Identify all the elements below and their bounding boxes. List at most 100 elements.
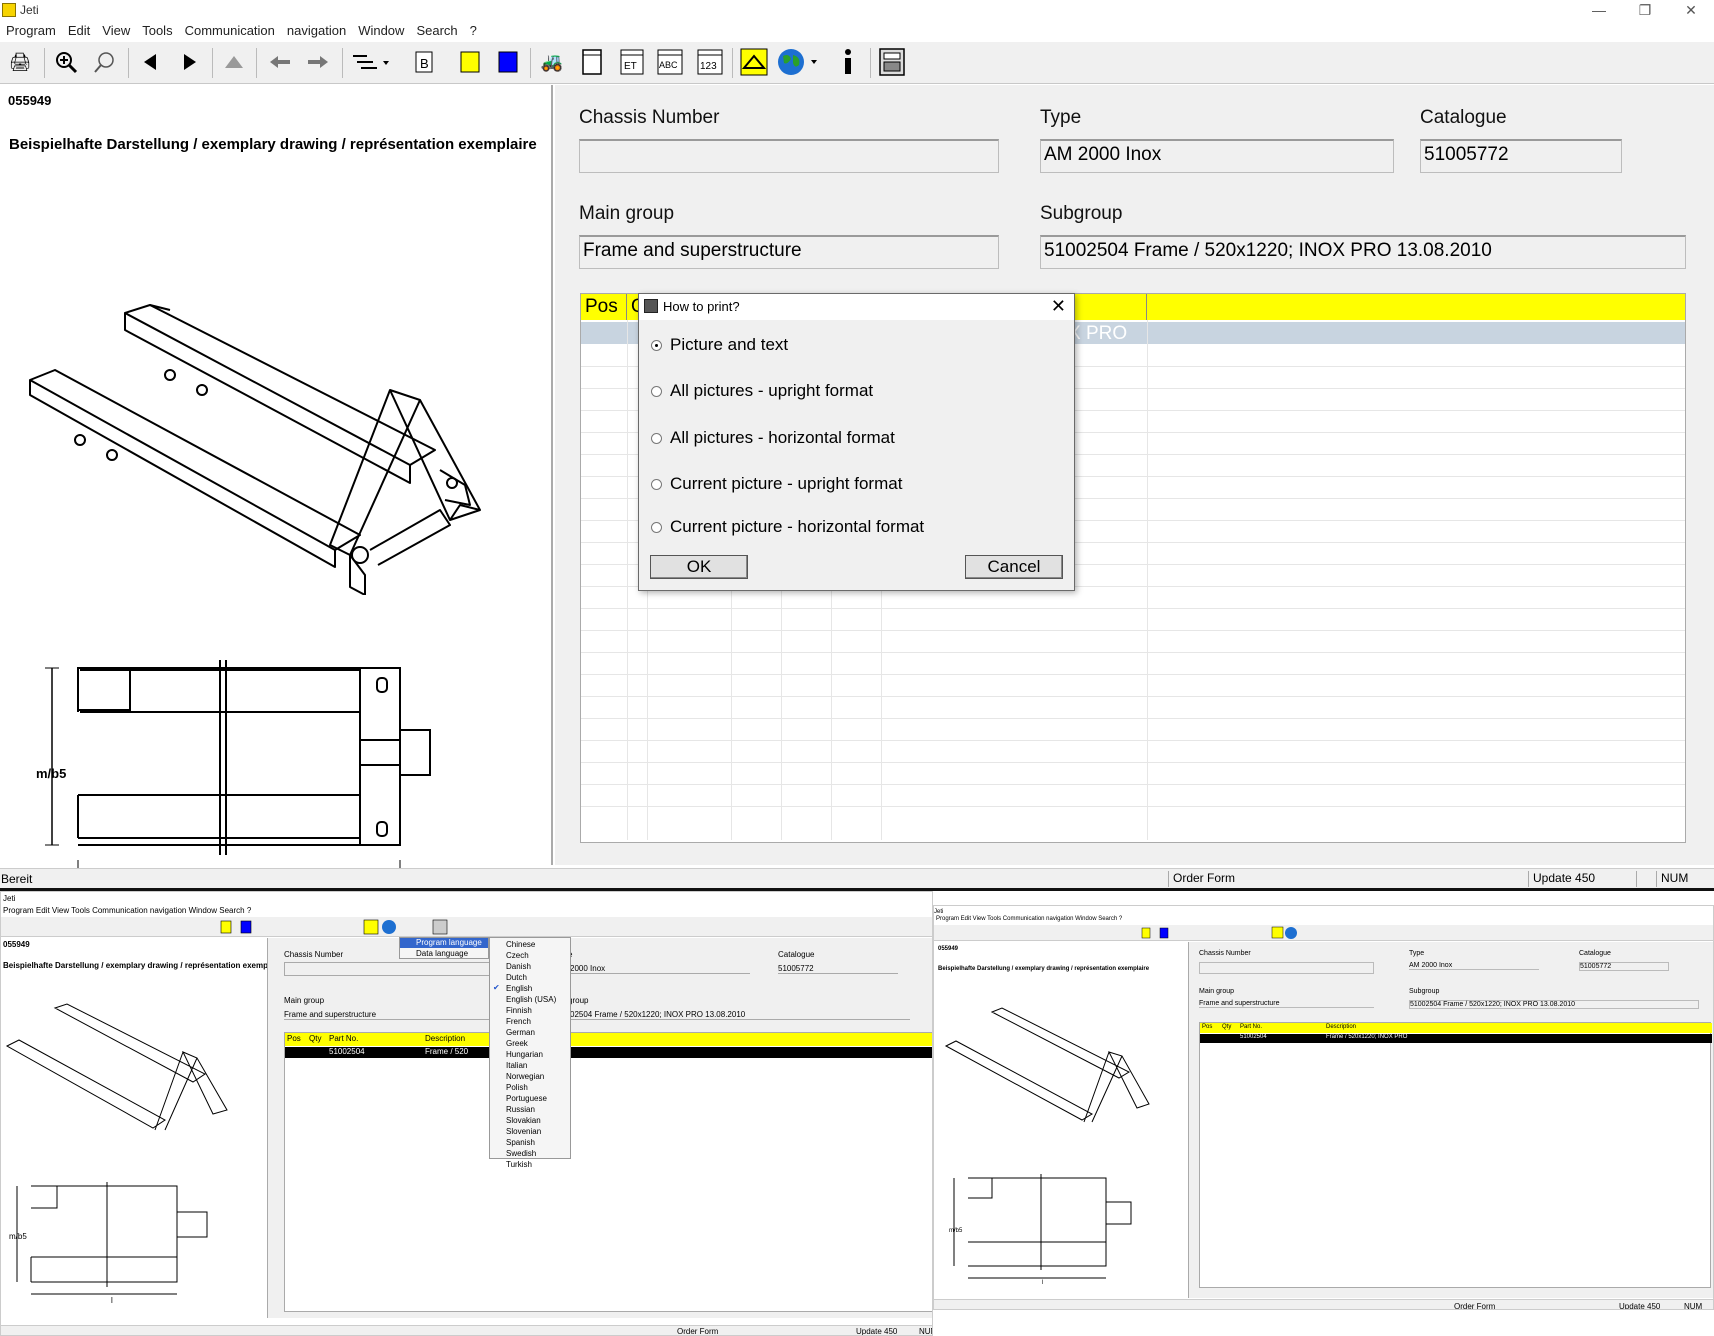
close-button[interactable]: ✕ xyxy=(1668,0,1714,22)
order-form-icon[interactable] xyxy=(876,46,908,78)
language-item-portuguese[interactable]: Portuguese xyxy=(506,1093,556,1104)
language-item-polish[interactable]: Polish xyxy=(506,1082,556,1093)
parts-catalog-icon[interactable] xyxy=(738,46,770,78)
menu-tools[interactable]: Tools xyxy=(136,22,178,42)
mini2-selected-row[interactable]: 51002504 Frame / 520x1220; INOX PRO xyxy=(1200,1034,1712,1043)
previous-icon[interactable] xyxy=(134,46,166,78)
type-field[interactable]: AM 2000 Inox xyxy=(1040,139,1394,173)
radio[interactable] xyxy=(651,478,662,490)
option-all-upright[interactable]: All pictures - upright format xyxy=(651,381,873,401)
menu-help[interactable]: ? xyxy=(464,22,483,42)
globe-language-icon[interactable] xyxy=(776,46,822,78)
menu-window[interactable]: Window xyxy=(352,22,410,42)
abc-icon[interactable]: ABC xyxy=(654,46,686,78)
main-group-field[interactable]: Frame and superstructure xyxy=(579,235,999,269)
menu-communication[interactable]: Communication xyxy=(179,22,281,42)
zoom-in-icon[interactable] xyxy=(50,46,82,78)
language-item-swedish[interactable]: Swedish xyxy=(506,1148,556,1159)
radio[interactable] xyxy=(651,385,662,397)
grid-header-description[interactable] xyxy=(1147,294,1685,320)
mini1-col-desc[interactable]: Description xyxy=(425,1034,465,1043)
back-arrow-icon[interactable] xyxy=(264,46,296,78)
document-icon[interactable] xyxy=(576,46,608,78)
restore-button[interactable]: ❐ xyxy=(1622,0,1668,22)
language-item-czech[interactable]: Czech xyxy=(506,950,556,961)
language-item-russian[interactable]: Russian xyxy=(506,1104,556,1115)
language-item-french[interactable]: French xyxy=(506,1016,556,1027)
mini1-type-field[interactable]: 2000 Inox xyxy=(570,964,750,974)
chassis-number-field[interactable] xyxy=(579,139,999,173)
mini1-col-partno[interactable]: Part No. xyxy=(329,1034,358,1043)
language-item-hungarian[interactable]: Hungarian xyxy=(506,1049,556,1060)
mini1-col-qty[interactable]: Qty xyxy=(309,1034,321,1043)
subgroup-field[interactable]: 51002504 Frame / 520x1220; INOX PRO 13.0… xyxy=(1040,235,1686,269)
language-item-english-usa-[interactable]: English (USA) xyxy=(506,994,556,1005)
language-item-english[interactable]: English xyxy=(506,983,556,994)
mini2-col-qty[interactable]: Qty xyxy=(1222,1024,1231,1030)
radio-selected[interactable] xyxy=(651,339,662,351)
mini1-selected-row[interactable]: 51002504 Frame / 520 xyxy=(285,1047,932,1058)
type-label: Type xyxy=(1040,107,1082,128)
et-icon[interactable]: ET xyxy=(616,46,648,78)
forklift-icon[interactable]: 🚜 xyxy=(536,46,568,78)
yellow-marker-icon[interactable] xyxy=(454,46,486,78)
radio[interactable] xyxy=(651,521,662,533)
language-item-slovakian[interactable]: Slovakian xyxy=(506,1115,556,1126)
mini1-catalogue-field[interactable]: 51005772 xyxy=(778,964,898,974)
next-icon[interactable] xyxy=(174,46,206,78)
language-item-dutch[interactable]: Dutch xyxy=(506,972,556,983)
bookmark-b-icon[interactable]: B xyxy=(408,46,440,78)
grid-header-pos[interactable]: Pos xyxy=(581,294,627,320)
catalogue-field[interactable]: 51005772 xyxy=(1420,139,1622,173)
mini2-subgroup-field[interactable]: 51002504 Frame / 520x1220; INOX PRO 13.0… xyxy=(1409,1000,1699,1009)
status-num: NUM xyxy=(1656,871,1714,887)
blue-marker-icon[interactable] xyxy=(492,46,524,78)
mini2-col-partno[interactable]: Part No. xyxy=(1240,1024,1262,1030)
chassis-number-label: Chassis Number xyxy=(579,107,720,128)
tree-view-dropdown-icon[interactable] xyxy=(348,46,394,78)
option-picture-and-text[interactable]: Picture and text xyxy=(651,335,788,355)
info-icon[interactable] xyxy=(832,46,864,78)
mini1-subgroup-field[interactable]: 02504 Frame / 520x1220; INOX PRO 13.08.2… xyxy=(570,1010,910,1020)
toolbar: 🖨 B 🚜 ET ABC 123 xyxy=(0,42,1714,84)
option-current-upright[interactable]: Current picture - upright format xyxy=(651,474,902,494)
language-item-danish[interactable]: Danish xyxy=(506,961,556,972)
status-ready: Bereit xyxy=(1,872,33,886)
mini1-program-language-item[interactable]: Program language xyxy=(400,938,488,948)
minimize-button[interactable]: — xyxy=(1576,0,1622,22)
dialog-close-icon[interactable]: ✕ xyxy=(1051,296,1066,317)
language-item-chinese[interactable]: Chinese xyxy=(506,939,556,950)
mini2-catalogue-field[interactable]: 51005772 xyxy=(1579,962,1669,971)
mini2-type-field[interactable]: AM 2000 Inox xyxy=(1409,962,1539,970)
language-item-italian[interactable]: Italian xyxy=(506,1060,556,1071)
menu-edit[interactable]: Edit xyxy=(62,22,96,42)
number-123-icon[interactable]: 123 xyxy=(694,46,726,78)
radio[interactable] xyxy=(651,432,662,444)
mini1-data-language-item[interactable]: Data language xyxy=(416,949,468,958)
language-item-slovenian[interactable]: Slovenian xyxy=(506,1126,556,1137)
mini2-col-desc[interactable]: Description xyxy=(1326,1024,1356,1030)
option-current-horizontal[interactable]: Current picture - horizontal format xyxy=(651,517,924,537)
menu-program[interactable]: Program xyxy=(0,22,62,42)
language-item-turkish[interactable]: Turkish xyxy=(506,1159,556,1170)
language-item-norwegian[interactable]: Norwegian xyxy=(506,1071,556,1082)
language-item-greek[interactable]: Greek xyxy=(506,1038,556,1049)
language-item-spanish[interactable]: Spanish xyxy=(506,1137,556,1148)
forward-arrow-icon[interactable] xyxy=(302,46,334,78)
language-item-finnish[interactable]: Finnish xyxy=(506,1005,556,1016)
menu-navigation[interactable]: navigation xyxy=(281,22,352,42)
language-item-german[interactable]: German xyxy=(506,1027,556,1038)
menu-search[interactable]: Search xyxy=(410,22,463,42)
print-icon[interactable]: 🖨 xyxy=(4,46,36,78)
menu-view[interactable]: View xyxy=(96,22,136,42)
mini2-col-pos[interactable]: Pos xyxy=(1202,1024,1212,1030)
option-all-horizontal[interactable]: All pictures - horizontal format xyxy=(651,428,895,448)
mini2-maingroup-field[interactable]: Frame and superstructure xyxy=(1199,1000,1374,1008)
zoom-out-icon[interactable] xyxy=(89,46,121,78)
cancel-button[interactable]: Cancel xyxy=(965,555,1063,579)
up-icon[interactable] xyxy=(218,46,250,78)
mini1-col-pos[interactable]: Pos xyxy=(287,1034,301,1043)
ok-button[interactable]: OK xyxy=(650,555,748,579)
mini2-chassis-field[interactable] xyxy=(1199,962,1374,974)
mini1-title: Jeti xyxy=(3,894,16,903)
